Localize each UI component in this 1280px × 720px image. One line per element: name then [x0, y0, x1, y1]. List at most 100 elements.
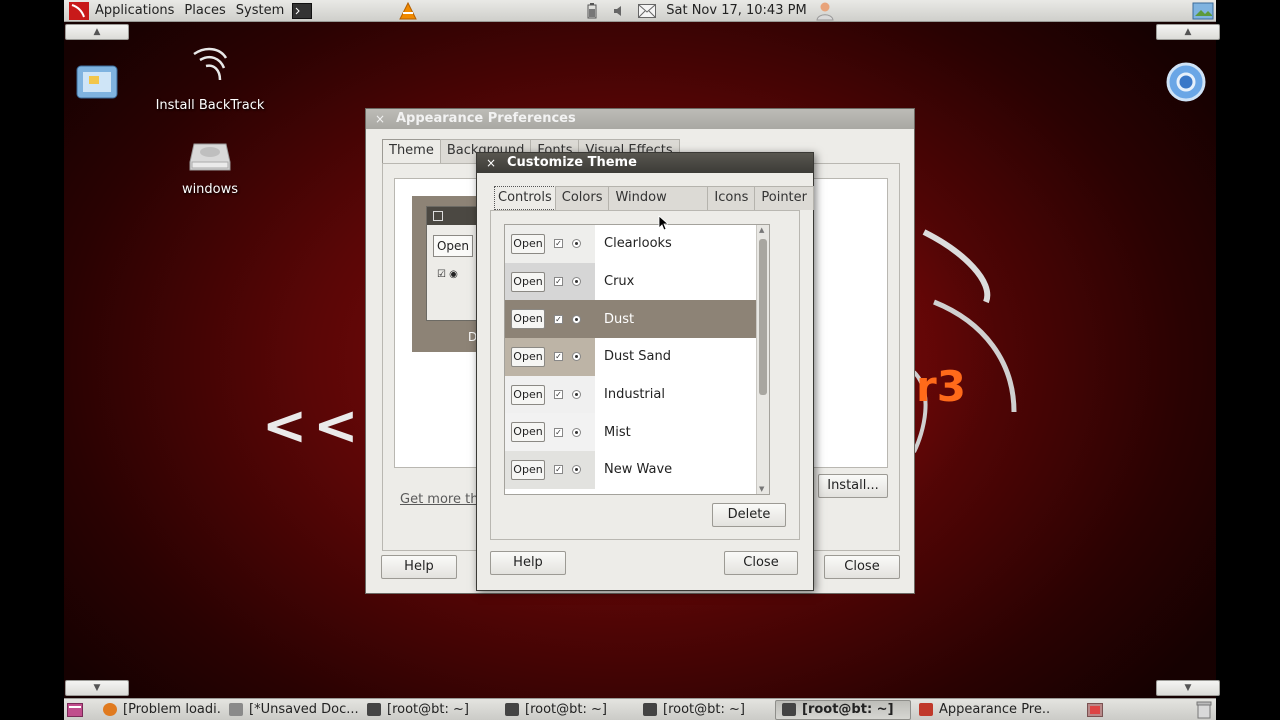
terminal-icon: [782, 703, 796, 716]
theme-row[interactable]: Open ✓ Industrial: [505, 375, 769, 414]
get-more-themes-link[interactable]: Get more the: [400, 492, 486, 507]
swatch-open-button: Open: [511, 346, 545, 367]
volume-icon[interactable]: [612, 4, 626, 18]
taskbar-item[interactable]: Appearance Pre...: [913, 700, 1049, 720]
thumbnail-window: Open ☑ ◉: [426, 206, 482, 321]
windows-drive-icon[interactable]: windows: [160, 136, 260, 197]
install-button[interactable]: Install...: [818, 474, 888, 498]
show-desktop-icon[interactable]: [67, 702, 83, 717]
scrollbar-thumb[interactable]: [759, 239, 767, 395]
back-arrows-text: <<: [262, 394, 365, 457]
appearance-close-button[interactable]: Close: [824, 555, 900, 579]
appearance-help-button[interactable]: Help: [381, 555, 457, 579]
battery-icon[interactable]: [586, 2, 598, 19]
customize-help-button[interactable]: Help: [490, 551, 566, 575]
theme-thumbnail-selected[interactable]: Open ☑ ◉ D: [412, 196, 482, 352]
text-editor-icon: [229, 703, 243, 716]
top-panel-hide-right-button[interactable]: ▲: [1156, 24, 1220, 40]
theme-list-scrollbar[interactable]: ▲ ▼: [756, 225, 769, 494]
swatch-checkbox-icon: ✓: [554, 277, 563, 287]
delete-button[interactable]: Delete: [712, 503, 786, 527]
vlc-icon[interactable]: [398, 1, 418, 20]
chromium-icon[interactable]: [1166, 62, 1206, 102]
user-icon[interactable]: [815, 1, 835, 21]
theme-swatch: Open ✓: [505, 451, 595, 489]
theme-swatch: Open ✓: [505, 225, 595, 263]
theme-row[interactable]: Open ✓ New Wave: [505, 451, 769, 489]
tab-colors[interactable]: Colors: [554, 186, 610, 210]
theme-name: Mist: [604, 424, 631, 440]
taskbar-item-label: Appearance Pre...: [939, 701, 1049, 717]
taskbar-item[interactable]: [*Unsaved Doc...: [223, 700, 359, 720]
swatch-radio-icon: [572, 352, 581, 362]
tab-theme[interactable]: Theme: [382, 139, 441, 163]
menu-places[interactable]: Places: [179, 0, 230, 22]
trash-icon[interactable]: [1196, 701, 1212, 719]
desktop-icon-label: windows: [181, 182, 239, 197]
close-icon[interactable]: ×: [486, 153, 496, 173]
customize-theme-window: × Customize Theme Controls Colors Window…: [476, 152, 814, 591]
swatch-checkbox-icon: ✓: [554, 314, 563, 324]
taskbar-item-label: [*Unsaved Doc...: [249, 701, 359, 717]
swatch-open-button: Open: [511, 384, 545, 405]
taskbar-item[interactable]: [root@bt: ~]: [361, 700, 497, 720]
customize-titlebar[interactable]: × Customize Theme: [477, 153, 813, 173]
menu-applications[interactable]: Applications: [90, 0, 179, 22]
appearance-titlebar[interactable]: × Appearance Preferences: [366, 109, 914, 129]
file-manager-desktop-icon[interactable]: [74, 62, 120, 110]
scroll-down-arrow-icon[interactable]: ▼: [759, 485, 764, 493]
bottom-panel-hide-right-button[interactable]: ▼: [1156, 680, 1220, 696]
taskbar-item[interactable]: [root@bt: ~]: [499, 700, 635, 720]
swatch-radio-icon: [572, 314, 581, 324]
swatch-open-button: Open: [511, 459, 545, 480]
theme-list[interactable]: Open ✓ Clearlooks Open ✓ Crux Open ✓ Dust Open ✓ Du…: [504, 224, 770, 495]
theme-swatch: Open ✓: [505, 262, 595, 301]
theme-row[interactable]: Open ✓ Clearlooks: [505, 225, 769, 263]
mail-icon[interactable]: [638, 3, 657, 18]
swatch-checkbox-icon: ✓: [554, 239, 563, 249]
dragon-claw-icon: [193, 47, 228, 81]
show-desktop-icon[interactable]: [1192, 2, 1214, 20]
close-icon[interactable]: ×: [375, 109, 385, 129]
clock[interactable]: Sat Nov 17, 10:43 PM: [666, 3, 806, 18]
swatch-radio-icon: [572, 465, 581, 475]
backtrack-logo-icon[interactable]: [68, 1, 90, 21]
theme-row[interactable]: Open ✓ Crux: [505, 262, 769, 301]
appearance-icon: [919, 703, 933, 716]
tab-controls[interactable]: Controls: [494, 186, 556, 210]
swatch-radio-icon: [572, 427, 581, 437]
taskbar-item-label: [root@bt: ~]: [387, 701, 469, 717]
taskbar-item-label: [root@bt: ~]: [525, 701, 607, 717]
swatch-checkbox-icon: ✓: [554, 465, 563, 475]
swatch-checkbox-icon: ✓: [554, 390, 563, 400]
tab-pointer[interactable]: Pointer: [754, 186, 814, 210]
swatch-checkbox-icon: ✓: [554, 352, 563, 362]
swatch-open-button: Open: [511, 271, 545, 292]
taskbar-item[interactable]: [Problem loadi...: [97, 700, 221, 720]
menu-system[interactable]: System: [231, 0, 289, 22]
customize-close-button[interactable]: Close: [724, 551, 798, 575]
folder-network-icon: [76, 65, 118, 99]
workspace-switcher-icon[interactable]: [1087, 702, 1103, 717]
theme-row[interactable]: Open ✓ Dust: [505, 300, 769, 339]
swatch-open-button: Open: [511, 233, 545, 254]
taskbar-item[interactable]: [root@bt: ~]: [637, 700, 773, 720]
theme-swatch: Open ✓: [505, 338, 595, 376]
scroll-up-arrow-icon[interactable]: ▲: [759, 226, 764, 234]
taskbar-item-label: [root@bt: ~]: [663, 701, 745, 717]
swatch-radio-icon: [572, 239, 581, 249]
tab-icons[interactable]: Icons: [707, 186, 756, 210]
bottom-panel-hide-left-button[interactable]: ▼: [65, 680, 129, 696]
top-panel: Applications Places System Sat Nov 17, 1…: [64, 0, 1216, 22]
install-backtrack-icon[interactable]: Install BackTrack: [150, 44, 270, 113]
theme-row[interactable]: Open ✓ Dust Sand: [505, 338, 769, 376]
taskbar-item[interactable]: [root@bt: ~]: [775, 699, 911, 720]
tab-window-border[interactable]: Window Border: [608, 186, 709, 227]
swatch-radio-icon: [572, 390, 581, 400]
theme-swatch: Open ✓: [505, 375, 595, 414]
top-panel-hide-left-button[interactable]: ▲: [65, 24, 129, 40]
terminal-launcher-icon[interactable]: [292, 2, 313, 19]
theme-name: Crux: [604, 274, 635, 290]
dragon-logo-graphic: [914, 229, 1017, 453]
theme-row[interactable]: Open ✓ Mist: [505, 413, 769, 452]
